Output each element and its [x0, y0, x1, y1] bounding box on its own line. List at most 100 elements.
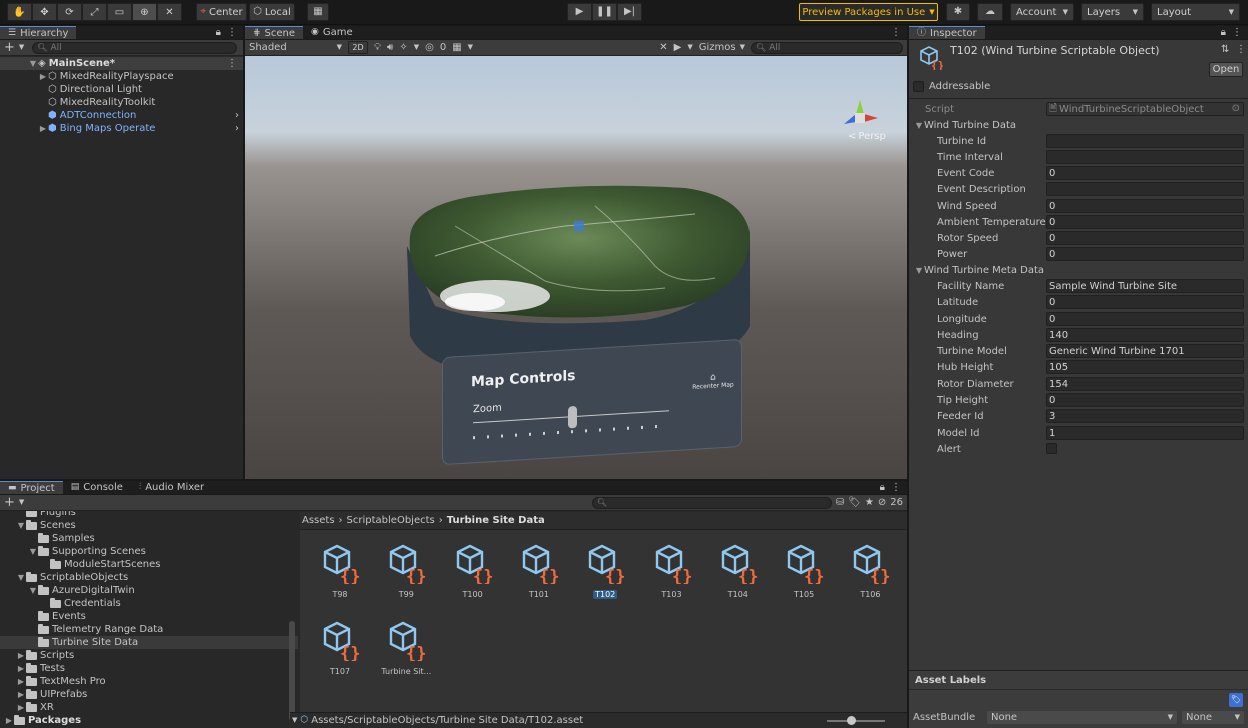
project-folder[interactable]: ▶ XR: [0, 701, 298, 714]
project-folder[interactable]: Turbine Site Data: [0, 636, 298, 649]
recenter-map-button[interactable]: ⌂ Recenter Map: [691, 372, 735, 391]
expand-caret-icon[interactable]: ▶: [16, 690, 26, 699]
rotor-diameter-field[interactable]: 154: [1046, 377, 1244, 391]
hierarchy-item[interactable]: ⬡ Directional Light: [0, 83, 243, 96]
preview-packages-dropdown[interactable]: Preview Packages in Use ▼: [799, 3, 938, 21]
effects-icon[interactable]: ✧: [399, 42, 407, 53]
time-interval-field[interactable]: [1046, 150, 1244, 164]
tab-inspector[interactable]: ⓘ Inspector: [909, 26, 985, 39]
gizmos-dropdown[interactable]: Gizmos ▼: [699, 42, 745, 53]
chevron-right-icon[interactable]: ›: [235, 123, 239, 134]
asset-item[interactable]: {} T104: [708, 542, 768, 599]
tab-scene[interactable]: ⋕ Scene: [245, 26, 304, 39]
longitude-field[interactable]: 0: [1046, 312, 1244, 326]
asset-item[interactable]: {} Turbine Sit...: [376, 619, 436, 676]
expand-caret-icon[interactable]: ▼: [28, 547, 38, 556]
project-folder[interactable]: ▶ Tests: [0, 662, 298, 675]
turbine-model-field[interactable]: Generic Wind Turbine 1701: [1046, 344, 1244, 358]
visibility-icon[interactable]: ◎: [425, 42, 434, 53]
search-by-type-icon[interactable]: ⛁: [836, 497, 844, 508]
expand-caret-icon[interactable]: ▶: [16, 703, 26, 712]
rect-tool-icon[interactable]: ▭: [107, 3, 132, 21]
menu-kebab-icon[interactable]: ⋮: [227, 58, 237, 69]
turbine-id-field[interactable]: [1046, 134, 1244, 148]
breadcrumb-item[interactable]: ScriptableObjects: [347, 515, 435, 526]
rotate-tool-icon[interactable]: ⟳: [57, 3, 82, 21]
tree-scrollbar[interactable]: [289, 621, 295, 721]
hierarchy-item[interactable]: ⬢ ADTConnection ›: [0, 109, 243, 122]
project-folder[interactable]: ▼ ScriptableObjects: [0, 571, 298, 584]
tab-hierarchy[interactable]: ☰ Hierarchy: [0, 26, 77, 39]
breadcrumb-item[interactable]: Assets: [302, 515, 335, 526]
icon-size-slider-handle[interactable]: [847, 715, 856, 725]
wind-turbine-data-foldout[interactable]: ▼ Wind Turbine Data: [914, 118, 1016, 132]
project-search-input[interactable]: 🔍︎: [591, 496, 832, 509]
wind-turbine-meta-data-foldout[interactable]: ▼ Wind Turbine Meta Data: [914, 263, 1044, 277]
hierarchy-search-input[interactable]: 🔍︎ All: [32, 41, 238, 54]
add-icon[interactable]: +: [4, 496, 15, 509]
assetbundle-variant-dropdown[interactable]: None ▼: [1182, 711, 1244, 724]
dropdown-arrow-icon[interactable]: ▼: [19, 44, 24, 51]
hierarchy-item[interactable]: ⬡ MixedRealityToolkit: [0, 96, 243, 109]
model-id-field[interactable]: 1: [1046, 426, 1244, 440]
rotor-speed-field[interactable]: 0: [1046, 231, 1244, 245]
scene-viewport[interactable]: < Persp Map Controls Zoom ⌂ Recenter Map: [245, 56, 907, 479]
tab-game[interactable]: ◉ Game: [303, 26, 361, 39]
lighting-icon[interactable]: 💡︎: [374, 42, 381, 53]
account-dropdown[interactable]: Account ▼: [1010, 3, 1074, 21]
expand-caret-icon[interactable]: ▶: [38, 124, 48, 133]
favorite-star-icon[interactable]: ★: [865, 497, 874, 508]
latitude-field[interactable]: 0: [1046, 295, 1244, 309]
expand-caret-icon[interactable]: ▶: [38, 72, 48, 81]
step-button[interactable]: ▶|: [617, 3, 642, 21]
expand-caret-icon[interactable]: ▶: [16, 664, 26, 673]
asset-item[interactable]: {} T98: [310, 542, 370, 599]
lock-icon[interactable]: 🔒︎: [1221, 26, 1226, 39]
play-button[interactable]: ▶: [567, 3, 592, 21]
asset-item[interactable]: {} T99: [376, 542, 436, 599]
hand-tool-icon[interactable]: ✋: [7, 3, 32, 21]
menu-kebab-icon[interactable]: ⋮: [1232, 26, 1242, 39]
grid-icon[interactable]: ▦: [452, 42, 461, 53]
hierarchy-item[interactable]: ▶ ⬡ MixedRealityPlayspace: [0, 70, 243, 83]
hierarchy-item[interactable]: ▶ ⬢ Bing Maps Operate ›: [0, 122, 243, 135]
project-folder[interactable]: Samples: [0, 532, 298, 545]
add-icon[interactable]: +: [4, 41, 15, 54]
pivot-local-button[interactable]: ⬡ Local: [249, 3, 295, 21]
addressable-toggle[interactable]: Addressable: [913, 81, 990, 92]
asset-item[interactable]: {} T100: [443, 542, 503, 599]
asset-item[interactable]: {} T105: [774, 542, 834, 599]
asset-item[interactable]: {} T103: [642, 542, 702, 599]
alert-checkbox[interactable]: [1046, 443, 1057, 454]
tip-height-field[interactable]: 0: [1046, 393, 1244, 407]
transform-tool-icon[interactable]: ⊕: [132, 3, 157, 21]
addressable-checkbox[interactable]: [913, 81, 924, 92]
feeder-id-field[interactable]: 3: [1046, 409, 1244, 423]
dropdown-arrow-icon[interactable]: ▼: [19, 499, 24, 506]
menu-kebab-icon[interactable]: ⋮: [891, 26, 901, 39]
shading-mode-dropdown[interactable]: Shaded ▼: [249, 42, 342, 53]
project-folder[interactable]: Telemetry Range Data: [0, 623, 298, 636]
lock-icon[interactable]: 🔒︎: [216, 26, 221, 39]
facility-name-field[interactable]: Sample Wind Turbine Site: [1046, 279, 1244, 293]
asset-item[interactable]: {} T102: [575, 542, 635, 599]
project-folder[interactable]: ▶ Scripts: [0, 649, 298, 662]
event-description-field[interactable]: [1046, 182, 1244, 196]
breadcrumb-item[interactable]: Turbine Site Data: [447, 515, 545, 526]
audio-icon[interactable]: 🔊︎: [387, 42, 393, 53]
expand-caret-icon[interactable]: ▶: [16, 651, 26, 660]
expand-caret-icon[interactable]: ▼: [28, 59, 38, 68]
asset-item[interactable]: {} T101: [509, 542, 569, 599]
dropdown-arrow-icon[interactable]: ▼: [687, 44, 692, 51]
layers-dropdown[interactable]: Layers ▼: [1081, 3, 1144, 21]
assetbundle-dropdown[interactable]: None ▼: [987, 711, 1177, 724]
zoom-slider-handle[interactable]: [568, 405, 577, 429]
project-folder[interactable]: ▼ Supporting Scenes: [0, 545, 298, 558]
hub-height-field[interactable]: 105: [1046, 360, 1244, 374]
lock-icon[interactable]: 🔒︎: [880, 481, 885, 494]
pivot-center-button[interactable]: ⌖ Center: [196, 3, 247, 21]
project-folder[interactable]: ▶ Packages: [0, 714, 298, 727]
asset-item[interactable]: {} T107: [310, 619, 370, 676]
project-folder[interactable]: Plugins: [0, 511, 298, 519]
grid-snap-button[interactable]: ▦: [307, 3, 329, 21]
